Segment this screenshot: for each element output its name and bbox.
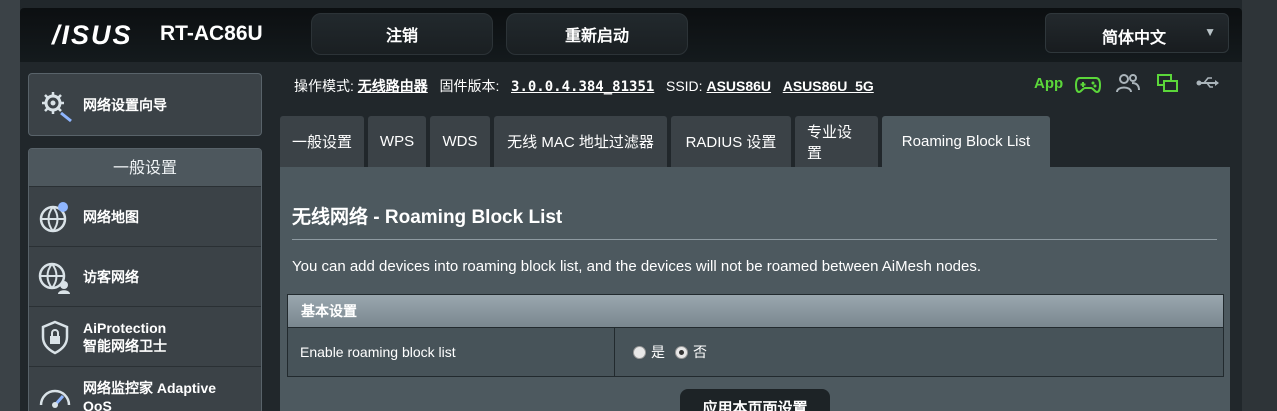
chevron-down-icon: ▼ [1204,25,1216,39]
asus-logo: /ISUS [52,20,133,50]
language-value: 简体中文 [1102,30,1167,47]
apply-button[interactable]: 应用本页面设置 [680,389,830,411]
mode-label: 操作模式: [294,78,354,94]
left-background [0,0,20,411]
sidebar-item-aiprotection[interactable]: AiProtection 智能网络卫士 [29,307,261,367]
firmware-label: 固件版本: [439,78,500,94]
tab-wds[interactable]: WDS [430,116,490,167]
sidebar-item-guest-network[interactable]: 访客网络 [29,247,261,307]
content-panel: 无线网络 - Roaming Block List You can add de… [280,167,1230,411]
page-description: You can add devices into roaming block l… [292,258,982,275]
status-info-line: 操作模式: 无线路由器 固件版本: 3.0.0.4.384_81351 SSID… [294,76,874,96]
radio-no[interactable] [675,345,688,359]
usb-icon[interactable] [1195,72,1221,94]
tab-roaming-block-list[interactable]: Roaming Block List [882,116,1050,167]
status-icons: App [1034,72,1235,94]
model-name: RT-AC86U [160,22,263,45]
sidebar-item-label-line2: QoS [83,397,112,411]
title-divider [292,239,1217,240]
speedometer-icon [39,389,71,408]
settings-table: 基本设置 Enable roaming block list 是 否 [287,294,1224,377]
radio-yes-label: 是 [651,344,665,360]
operation-mode-link[interactable]: 无线路由器 [358,78,428,94]
top-header: /ISUS RT-AC86U 注销 重新启动 简体中文 ▼ [20,8,1242,62]
sidebar-item-adaptive-qos[interactable]: 网络监控家 Adaptive QoS [29,367,261,411]
page-title: 无线网络 - Roaming Block List [292,207,563,228]
globe-pin-icon [39,201,68,232]
table-header: 基本设置 [288,295,1223,328]
language-select[interactable]: 简体中文 ▼ [1045,13,1229,53]
multi-device-icon[interactable] [1155,72,1181,94]
tab-general[interactable]: 一般设置 [280,116,364,167]
row-value: 是 否 [615,328,1223,376]
logout-button[interactable]: 注销 [311,13,493,55]
ssid-24g-link[interactable]: ASUS86U [706,78,771,94]
tab-wps[interactable]: WPS [368,116,426,167]
firmware-version-link[interactable]: 3.0.0.4.384_81351 [511,79,654,95]
app-link[interactable]: App [1034,75,1063,92]
tab-professional[interactable]: 专业设置 [795,116,878,167]
ssid-5g-link[interactable]: ASUS86U_5G [783,78,874,94]
quick-setup-wizard[interactable]: 网络设置向导 [28,73,262,136]
shield-lock-icon [41,320,69,354]
gamepad-icon[interactable] [1075,72,1102,94]
sidebar-item-label: AiProtection 智能网络卫士 [83,319,167,355]
sidebar-item-label-line2: 智能网络卫士 [83,337,167,354]
sidebar-section-title: 一般设置 [29,149,261,187]
sidebar-item-network-map[interactable]: 网络地图 [29,187,261,247]
guest-network-icon [38,262,70,294]
wizard-gear-icon [42,91,72,122]
row-label: Enable roaming block list [288,328,615,376]
right-background [1242,0,1277,411]
sidebar-menu: 一般设置 网络地图 访客网络 AiProtection 智能网络卫士 网络监控家… [28,148,262,411]
sidebar-item-label: 访客网络 [83,268,139,285]
wizard-label: 网络设置向导 [83,96,167,113]
tab-radius[interactable]: RADIUS 设置 [671,116,791,167]
settings-tabs: 一般设置 WPS WDS 无线 MAC 地址过滤器 RADIUS 设置 专业设置… [280,116,1054,167]
sidebar-item-label-line1: 网络监控家 Adaptive [83,379,217,396]
sidebar-item-label-line1: AiProtection [83,319,167,336]
radio-yes[interactable] [633,345,646,359]
reboot-button[interactable]: 重新启动 [506,13,688,55]
radio-no-label: 否 [693,344,707,360]
radio-option-yes[interactable]: 是 [633,342,665,362]
sidebar-item-label: 网络监控家 Adaptive QoS [83,379,216,411]
table-row: Enable roaming block list 是 否 [288,328,1223,376]
tab-mac-filter[interactable]: 无线 MAC 地址过滤器 [494,116,667,167]
radio-option-no[interactable]: 否 [675,342,707,362]
ssid-label: SSID: [665,78,703,94]
sidebar-item-label: 网络地图 [83,208,139,225]
clients-icon[interactable] [1115,72,1141,94]
